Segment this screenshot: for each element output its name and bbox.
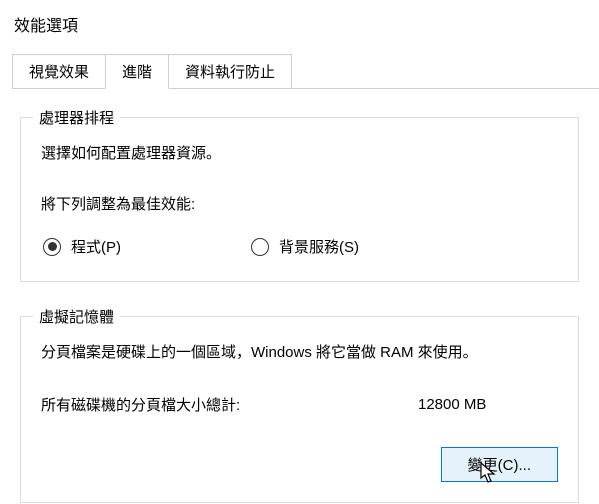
- vm-total-label: 所有磁碟機的分頁檔大小總計:: [41, 394, 418, 415]
- vm-total-value: 12800 MB: [418, 396, 558, 413]
- change-button[interactable]: 變更(C)...: [441, 447, 558, 482]
- cpu-description: 選擇如何配置處理器資源。: [41, 142, 558, 163]
- virtual-memory-group: 虛擬記憶體 分頁檔案是硬碟上的一個區域，Windows 將它當做 RAM 來使用…: [20, 316, 579, 503]
- tab-content: 處理器排程 選擇如何配置處理器資源。 將下列調整為最佳效能: 程式(P) 背景服…: [0, 89, 599, 503]
- radio-icon: [251, 238, 269, 256]
- window-title: 效能選項: [0, 0, 599, 54]
- adjust-label: 將下列調整為最佳效能:: [41, 193, 558, 214]
- radio-icon: [43, 238, 61, 256]
- tab-label: 資料執行防止: [185, 64, 275, 81]
- tab-label: 進階: [122, 64, 152, 81]
- button-row: 變更(C)...: [41, 447, 558, 482]
- button-label: 變更(C)...: [468, 457, 531, 474]
- tab-advanced[interactable]: 進階: [105, 54, 169, 89]
- processor-scheduling-group: 處理器排程 選擇如何配置處理器資源。 將下列調整為最佳效能: 程式(P) 背景服…: [20, 117, 579, 282]
- radio-programs[interactable]: 程式(P): [43, 236, 121, 257]
- tab-dep[interactable]: 資料執行防止: [168, 54, 292, 88]
- radio-background-services[interactable]: 背景服務(S): [251, 236, 359, 257]
- group-legend: 處理器排程: [33, 107, 120, 128]
- vm-total-row: 所有磁碟機的分頁檔大小總計: 12800 MB: [41, 394, 558, 415]
- vm-description: 分頁檔案是硬碟上的一個區域，Windows 將它當做 RAM 來使用。: [41, 341, 558, 362]
- group-legend: 虛擬記憶體: [33, 306, 120, 327]
- radio-label: 背景服務(S): [279, 236, 359, 257]
- tab-label: 視覺效果: [29, 64, 89, 81]
- radio-row: 程式(P) 背景服務(S): [41, 236, 558, 257]
- radio-label: 程式(P): [71, 236, 121, 257]
- tabs-bar: 視覺效果 進階 資料執行防止: [12, 54, 599, 89]
- tab-visual-effects[interactable]: 視覺效果: [12, 54, 106, 88]
